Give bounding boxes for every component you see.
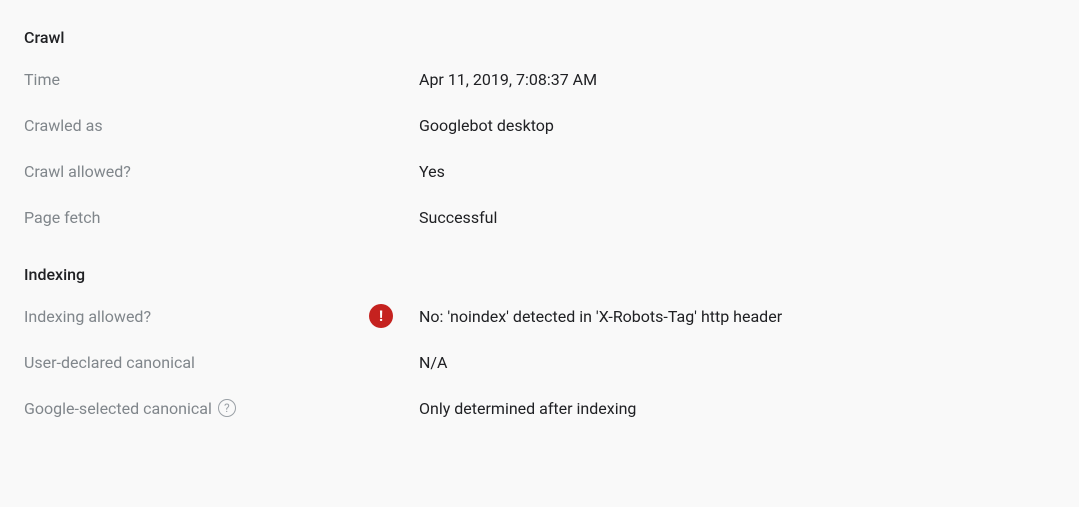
value-user-canonical: N/A bbox=[419, 353, 447, 372]
label-crawled-as: Crawled as bbox=[24, 116, 369, 135]
label-crawl-allowed: Crawl allowed? bbox=[24, 162, 369, 181]
label-google-canonical-text: Google-selected canonical bbox=[24, 399, 212, 418]
crawl-section-title: Crawl bbox=[24, 28, 1055, 47]
value-page-fetch: Successful bbox=[419, 208, 497, 227]
row-crawled-as: Crawled as Googlebot desktop bbox=[24, 113, 1055, 137]
error-icon: ! bbox=[369, 304, 393, 328]
label-google-canonical: Google-selected canonical ? bbox=[24, 399, 369, 418]
row-google-canonical: Google-selected canonical ? Only determi… bbox=[24, 396, 1055, 420]
value-time: Apr 11, 2019, 7:08:37 AM bbox=[419, 70, 597, 89]
row-indexing-allowed: Indexing allowed? ! No: 'noindex' detect… bbox=[24, 304, 1055, 328]
row-crawl-allowed: Crawl allowed? Yes bbox=[24, 159, 1055, 183]
value-crawl-allowed: Yes bbox=[419, 162, 445, 181]
icon-slot-indexing-allowed: ! bbox=[369, 304, 419, 328]
label-indexing-allowed: Indexing allowed? bbox=[24, 307, 369, 326]
value-crawled-as: Googlebot desktop bbox=[419, 116, 554, 135]
row-page-fetch: Page fetch Successful bbox=[24, 205, 1055, 229]
indexing-section-title: Indexing bbox=[24, 265, 1055, 284]
crawl-section: Crawl Time Apr 11, 2019, 7:08:37 AM Craw… bbox=[24, 28, 1055, 229]
value-indexing-allowed: No: 'noindex' detected in 'X-Robots-Tag'… bbox=[419, 307, 782, 326]
label-page-fetch: Page fetch bbox=[24, 208, 369, 227]
row-user-canonical: User-declared canonical N/A bbox=[24, 350, 1055, 374]
indexing-section: Indexing Indexing allowed? ! No: 'noinde… bbox=[24, 265, 1055, 420]
label-user-canonical: User-declared canonical bbox=[24, 353, 369, 372]
label-time: Time bbox=[24, 70, 369, 89]
row-time: Time Apr 11, 2019, 7:08:37 AM bbox=[24, 67, 1055, 91]
value-google-canonical: Only determined after indexing bbox=[419, 399, 636, 418]
help-icon[interactable]: ? bbox=[218, 399, 236, 417]
